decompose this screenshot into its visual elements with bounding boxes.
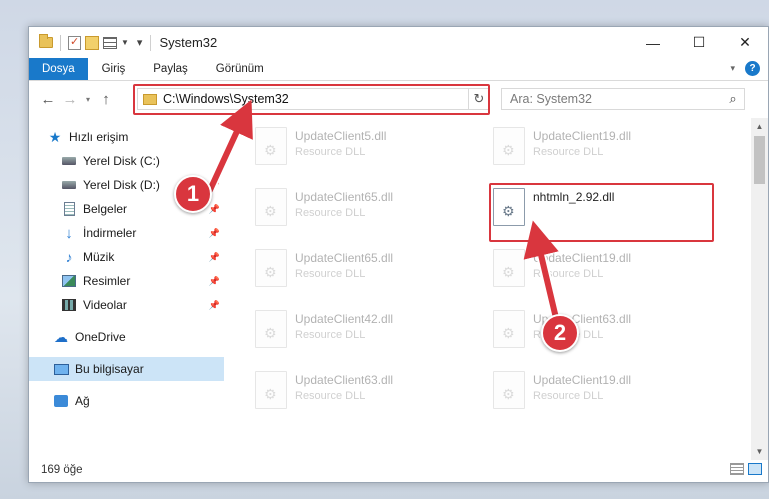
arrow-2 [523,220,559,321]
arrow-1 [207,99,253,193]
callout-arrows [205,99,561,323]
callout-badge-2: 2 [541,314,579,352]
callout-badge-1: 1 [174,175,212,213]
